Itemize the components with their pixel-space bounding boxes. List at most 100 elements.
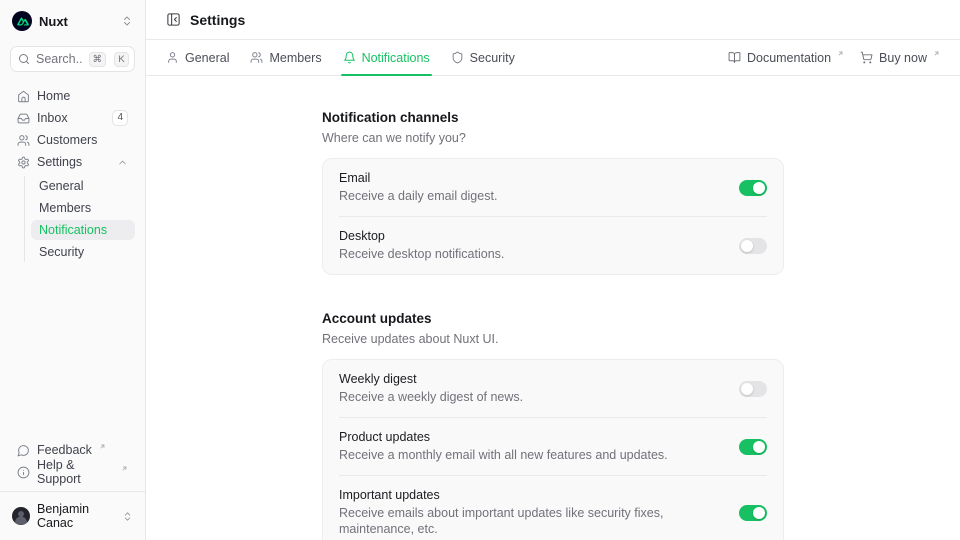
buy-now-link[interactable]: Buy now (860, 51, 940, 65)
tab-security[interactable]: Security (451, 40, 515, 75)
page-title: Settings (190, 12, 245, 28)
search-input[interactable]: Search... ⌘ K (10, 46, 135, 72)
chevron-up-down-icon (122, 511, 133, 522)
header-actions: Documentation Buy now (728, 51, 940, 65)
search-placeholder: Search... (36, 52, 83, 66)
product-updates-toggle[interactable] (739, 439, 767, 455)
sidebar-item-security[interactable]: Security (31, 242, 135, 262)
action-label: Documentation (747, 51, 831, 65)
sidebar-item-label: Members (39, 201, 91, 215)
sidebar-item-customers[interactable]: Customers (10, 130, 135, 150)
tab-general[interactable]: General (166, 40, 229, 75)
sidebar-item-settings[interactable]: Settings (10, 152, 135, 172)
cart-icon (860, 51, 873, 64)
inbox-count-badge: 4 (112, 110, 128, 126)
chevron-up-icon (117, 157, 128, 168)
settings-content: Notification channels Where can we notif… (146, 76, 960, 540)
sidebar-item-help-support[interactable]: Help & Support (10, 462, 135, 482)
bell-icon (343, 51, 356, 64)
info-circle-icon (17, 466, 30, 479)
setting-description: Receive emails about important updates l… (339, 505, 723, 537)
sidebar-item-general[interactable]: General (31, 176, 135, 196)
kbd-k: K (114, 52, 129, 67)
setting-title: Email (339, 171, 497, 186)
setting-description: Receive desktop notifications. (339, 246, 504, 262)
important-updates-toggle[interactable] (739, 505, 767, 521)
sidebar-item-inbox[interactable]: Inbox 4 (10, 108, 135, 128)
documentation-link[interactable]: Documentation (728, 51, 844, 65)
setting-title: Weekly digest (339, 372, 523, 387)
setting-title: Important updates (339, 488, 723, 503)
chevron-up-down-icon (121, 15, 133, 27)
message-bubble-icon (17, 444, 30, 457)
user-menu[interactable]: Benjamin Canac (10, 500, 135, 532)
tab-members[interactable]: Members (250, 40, 321, 75)
sidebar-footer: Feedback Help & Support Benjamin Canac (10, 440, 135, 532)
inbox-icon (17, 112, 30, 125)
kbd-command: ⌘ (89, 52, 107, 67)
setting-description: Receive a monthly email with all new fea… (339, 447, 668, 463)
settings-card: Email Receive a daily email digest. Desk… (322, 158, 784, 275)
sidebar-nav: Home Inbox 4 Customers Settings (10, 86, 135, 264)
tab-notifications[interactable]: Notifications (343, 40, 430, 75)
sidebar-item-label: General (39, 179, 83, 193)
page-header: Settings (146, 0, 960, 40)
setting-row-weekly-digest: Weekly digest Receive a weekly digest of… (323, 360, 783, 417)
weekly-digest-toggle[interactable] (739, 381, 767, 397)
setting-row-product-updates: Product updates Receive a monthly email … (323, 418, 783, 475)
tab-label: Notifications (362, 51, 430, 65)
nuxt-logo (12, 11, 32, 31)
email-toggle[interactable] (739, 180, 767, 196)
tab-label: Security (470, 51, 515, 65)
user-icon (166, 51, 179, 64)
section-notification-channels: Notification channels Where can we notif… (322, 110, 784, 275)
search-icon (18, 53, 30, 65)
settings-card: Weekly digest Receive a weekly digest of… (322, 359, 784, 540)
sidebar-item-label: Settings (37, 155, 82, 169)
sidebar-item-notifications[interactable]: Notifications (31, 220, 135, 240)
tabs: General Members Notifications Security (166, 40, 515, 75)
external-link-icon (837, 50, 844, 57)
workspace-switcher[interactable]: Nuxt (10, 9, 135, 33)
setting-title: Product updates (339, 430, 668, 445)
action-label: Buy now (879, 51, 927, 65)
sidebar-item-feedback[interactable]: Feedback (10, 440, 135, 460)
sidebar-item-label: Security (39, 245, 84, 259)
workspace-name: Nuxt (39, 14, 68, 29)
book-open-icon (728, 51, 741, 64)
setting-description: Receive a weekly digest of news. (339, 389, 523, 405)
setting-row-email: Email Receive a daily email digest. (323, 159, 783, 216)
tab-label: Members (269, 51, 321, 65)
users-icon (17, 134, 30, 147)
sidebar-item-label: Help & Support (37, 458, 114, 486)
sidebar-item-label: Feedback (37, 443, 92, 457)
sidebar-item-home[interactable]: Home (10, 86, 135, 106)
section-account-updates: Account updates Receive updates about Nu… (322, 311, 784, 540)
setting-row-important-updates: Important updates Receive emails about i… (323, 476, 783, 540)
external-link-icon (121, 465, 128, 472)
external-link-icon (933, 50, 940, 57)
sidebar-item-label: Home (37, 89, 70, 103)
user-name: Benjamin Canac (37, 502, 115, 530)
users-icon (250, 51, 263, 64)
tab-label: General (185, 51, 229, 65)
tab-bar: General Members Notifications Security (146, 40, 960, 76)
sidebar: Nuxt Search... ⌘ K Home Inbox 4 (0, 0, 146, 540)
setting-row-desktop: Desktop Receive desktop notifications. (323, 217, 783, 274)
home-icon (17, 90, 30, 103)
sidebar-item-label: Customers (37, 133, 97, 147)
external-link-icon (99, 443, 106, 450)
setting-description: Receive a daily email digest. (339, 188, 497, 204)
main-panel: Settings General Members Notifications (146, 0, 960, 540)
section-title: Notification channels (322, 110, 784, 125)
desktop-toggle[interactable] (739, 238, 767, 254)
setting-title: Desktop (339, 229, 504, 244)
avatar (12, 507, 30, 525)
gear-icon (17, 156, 30, 169)
settings-subnav: General Members Notifications Security (24, 176, 135, 262)
shield-icon (451, 51, 464, 64)
sidebar-item-members[interactable]: Members (31, 198, 135, 218)
panel-left-icon[interactable] (166, 12, 181, 27)
sidebar-item-label: Notifications (39, 223, 107, 237)
sidebar-item-label: Inbox (37, 111, 68, 125)
